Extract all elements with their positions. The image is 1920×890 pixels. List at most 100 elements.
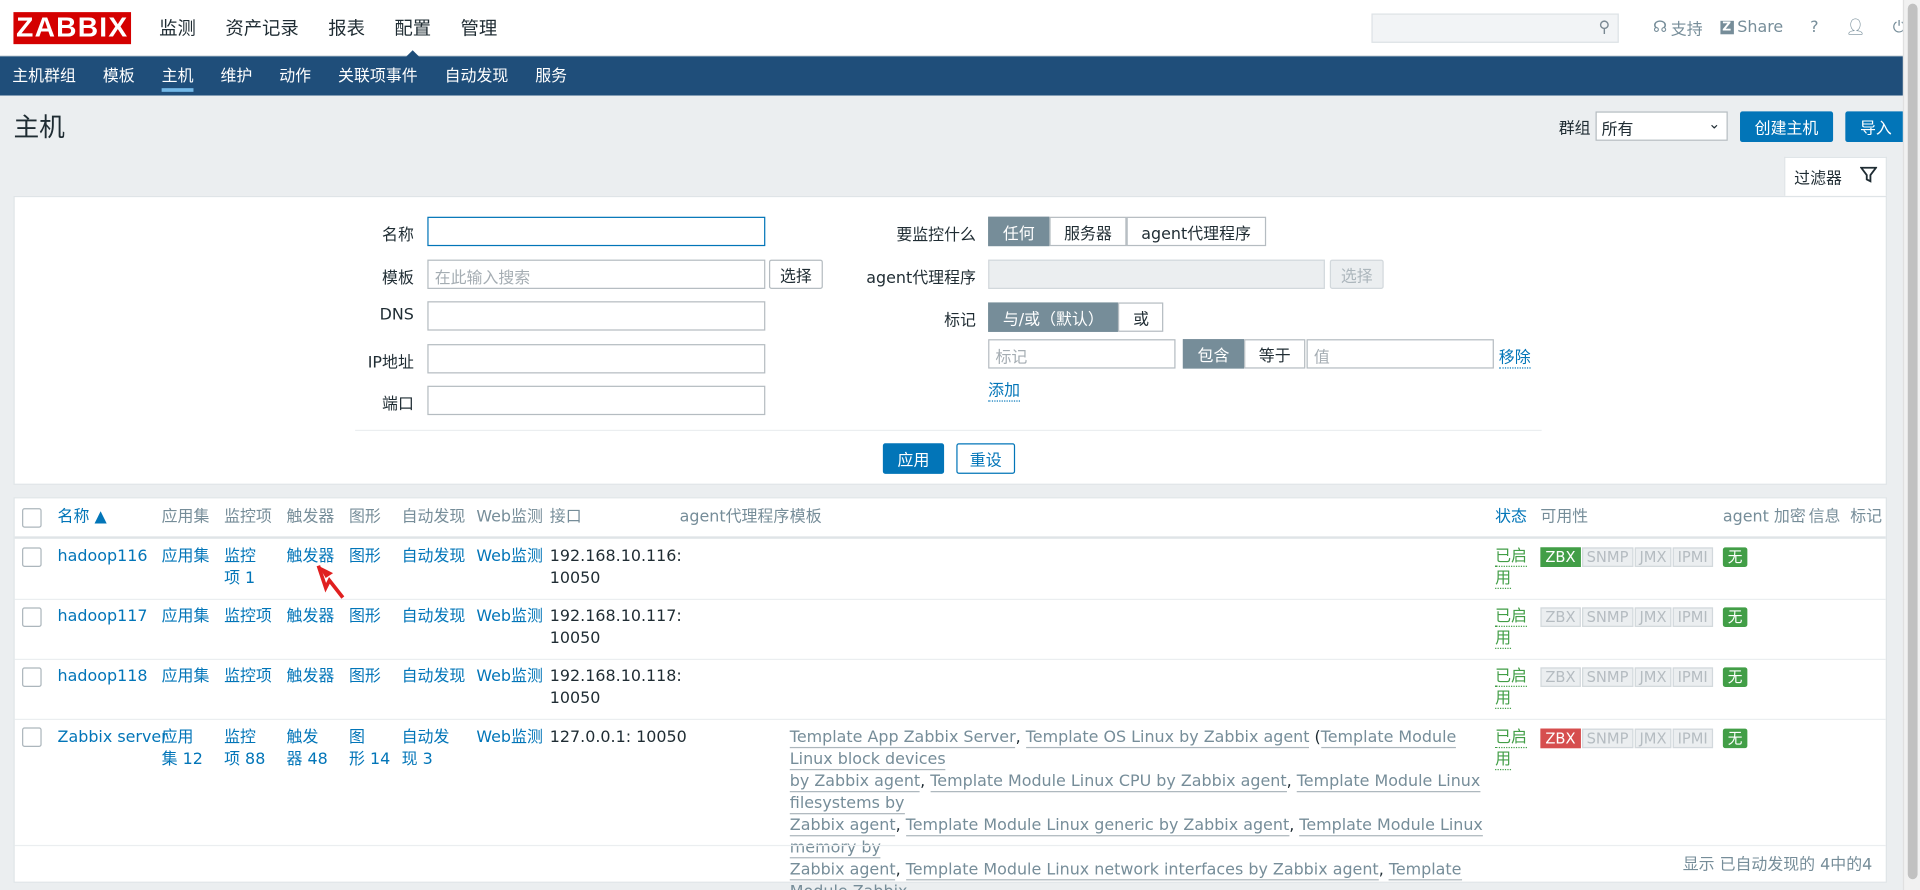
applications-link[interactable]: 应用集 <box>162 606 210 628</box>
template-link[interactable]: Template App Zabbix Server <box>789 728 1016 749</box>
col-status[interactable]: 状态 <box>1495 507 1527 529</box>
availability-badges: ZBX SNMP JMX IPMI <box>1540 607 1713 627</box>
applications-link[interactable]: 应用集 <box>162 546 210 568</box>
monitored-server-option[interactable]: 服务器 <box>1049 216 1127 247</box>
tag-value-input[interactable]: 值 <box>1306 339 1494 369</box>
menu-administration[interactable]: 管理 <box>446 0 512 56</box>
host-name-link[interactable]: Zabbix server <box>58 727 168 749</box>
tag-add-link[interactable]: 添加 <box>988 377 1021 402</box>
graphs-link[interactable]: 图形 14 <box>349 727 390 771</box>
triggers-link[interactable]: 触发器 <box>287 606 335 628</box>
zabbix-logo[interactable]: ZABBIX <box>13 11 132 44</box>
discovery-link[interactable]: 自动发现 <box>402 666 466 688</box>
tag-remove-link[interactable]: 移除 <box>1498 344 1531 369</box>
page-scrollbar[interactable] <box>1902 0 1920 890</box>
name-input[interactable] <box>427 216 766 247</box>
submenu-templates[interactable]: 模板 <box>89 62 148 95</box>
help-link[interactable]: ? <box>1810 18 1818 36</box>
triggers-link[interactable]: 触发器 <box>287 666 335 688</box>
support-link[interactable]: ☊ 支持 <box>1653 16 1703 39</box>
template-link[interactable]: Template Module Linux network interfaces… <box>906 860 1379 881</box>
col-name[interactable]: 名称 ▲ <box>58 507 107 529</box>
user-profile-icon[interactable]: 👤︎ <box>1846 18 1866 36</box>
dns-input[interactable] <box>427 301 766 331</box>
col-proxy: agent代理程序 <box>679 508 790 527</box>
template-input[interactable]: 在此输入搜索 <box>427 259 766 289</box>
items-link[interactable]: 监控项 <box>224 666 272 688</box>
host-name-link[interactable]: hadoop117 <box>58 606 148 628</box>
items-link[interactable]: 监控项 88 <box>224 727 265 771</box>
create-host-button[interactable]: 创建主机 <box>1739 110 1834 142</box>
graphs-link[interactable]: 图形 <box>349 606 381 628</box>
tags-and-or-option[interactable]: 与/或（默认） <box>988 302 1119 332</box>
triggers-link[interactable]: 触发器 48 <box>287 727 328 771</box>
template-link[interactable]: Template Module Linux generic by Zabbix … <box>906 816 1290 837</box>
submenu-hosts[interactable]: 主机 <box>148 62 207 95</box>
graphs-link[interactable]: 图形 <box>349 666 381 688</box>
menu-reports[interactable]: 报表 <box>314 0 380 56</box>
template-link[interactable]: Template Module Linux CPU by Zabbix agen… <box>930 772 1287 793</box>
status-link[interactable]: 已启用 <box>1495 727 1527 771</box>
col-graphs: 图形 <box>348 508 381 527</box>
headset-icon: ☊ <box>1652 18 1668 37</box>
tag-equals-option[interactable]: 等于 <box>1244 339 1306 369</box>
host-name-link[interactable]: hadoop116 <box>58 546 148 568</box>
template-link[interactable]: Template OS Linux by Zabbix agent <box>1025 728 1310 749</box>
web-link[interactable]: Web监测 <box>476 546 543 568</box>
items-link[interactable]: 监控项 1 <box>224 546 256 590</box>
status-link[interactable]: 已启用 <box>1495 546 1527 590</box>
template-line: Zabbix agent, Template Module Linux netw… <box>789 860 1488 890</box>
template-link[interactable]: Zabbix agent <box>789 816 896 837</box>
submenu-correlation[interactable]: 关联项事件 <box>325 62 432 95</box>
submenu-maintenance[interactable]: 维护 <box>207 62 266 95</box>
row-checkbox[interactable] <box>22 667 42 687</box>
status-link[interactable]: 已启用 <box>1495 666 1527 710</box>
monitored-by-label: 要监控什么 <box>896 226 976 245</box>
group-select[interactable]: 所有 ⌄ <box>1595 111 1728 141</box>
reset-button[interactable]: 重设 <box>956 443 1016 474</box>
monitored-any-option[interactable]: 任何 <box>988 216 1050 247</box>
graphs-link[interactable]: 图形 <box>349 546 381 568</box>
submenu-actions[interactable]: 动作 <box>266 62 325 95</box>
web-link[interactable]: Web监测 <box>476 606 543 628</box>
ipmi-badge: IPMI <box>1672 667 1713 687</box>
tag-input[interactable]: 标记 <box>988 339 1176 369</box>
template-link[interactable]: by Zabbix agent <box>789 772 921 793</box>
sub-menu: 主机群组 模板 主机 维护 动作 关联项事件 自动发现 服务 <box>0 56 1920 96</box>
global-search-input[interactable]: ⚲ <box>1371 12 1619 43</box>
port-input[interactable] <box>427 385 766 416</box>
import-button[interactable]: 导入 <box>1845 110 1907 142</box>
tags-or-option[interactable]: 或 <box>1118 302 1164 332</box>
discovery-link[interactable]: 自动发现 <box>402 546 466 568</box>
menu-inventory[interactable]: 资产记录 <box>211 0 314 56</box>
ip-input[interactable] <box>427 344 766 374</box>
monitored-proxy-option[interactable]: agent代理程序 <box>1126 216 1266 247</box>
apply-button[interactable]: 应用 <box>882 443 945 474</box>
template-link[interactable]: Zabbix agent <box>789 860 896 881</box>
tag-contains-option[interactable]: 包含 <box>1182 339 1245 369</box>
submenu-services[interactable]: 服务 <box>522 62 581 95</box>
menu-configuration[interactable]: 配置 <box>380 0 446 57</box>
row-checkbox[interactable] <box>22 547 42 567</box>
share-link[interactable]: Z Share <box>1719 18 1783 37</box>
select-all-checkbox[interactable] <box>22 508 42 528</box>
discovery-link[interactable]: 自动发现 <box>402 606 466 628</box>
menu-monitoring[interactable]: 监测 <box>144 0 210 56</box>
web-link[interactable]: Web监测 <box>476 727 543 749</box>
submenu-host-groups[interactable]: 主机群组 <box>0 62 89 95</box>
applications-link[interactable]: 应用集 12 <box>162 727 203 771</box>
applications-link[interactable]: 应用集 <box>162 666 210 688</box>
row-checkbox[interactable] <box>22 727 42 747</box>
submenu-discovery[interactable]: 自动发现 <box>431 62 522 95</box>
scrollbar-thumb[interactable] <box>1907 3 1918 880</box>
host-name-link[interactable]: hadoop118 <box>58 666 148 688</box>
template-select-button[interactable]: 选择 <box>768 259 823 289</box>
web-link[interactable]: Web监测 <box>476 666 543 688</box>
zbx-badge: ZBX <box>1540 667 1581 687</box>
filter-tab[interactable]: 过滤器 <box>1784 156 1887 196</box>
row-checkbox[interactable] <box>22 607 42 627</box>
discovery-link[interactable]: 自动发现 3 <box>402 727 450 771</box>
items-link[interactable]: 监控项 <box>224 606 272 628</box>
status-link[interactable]: 已启用 <box>1495 606 1527 650</box>
search-icon[interactable]: ⚲ <box>1598 18 1610 36</box>
